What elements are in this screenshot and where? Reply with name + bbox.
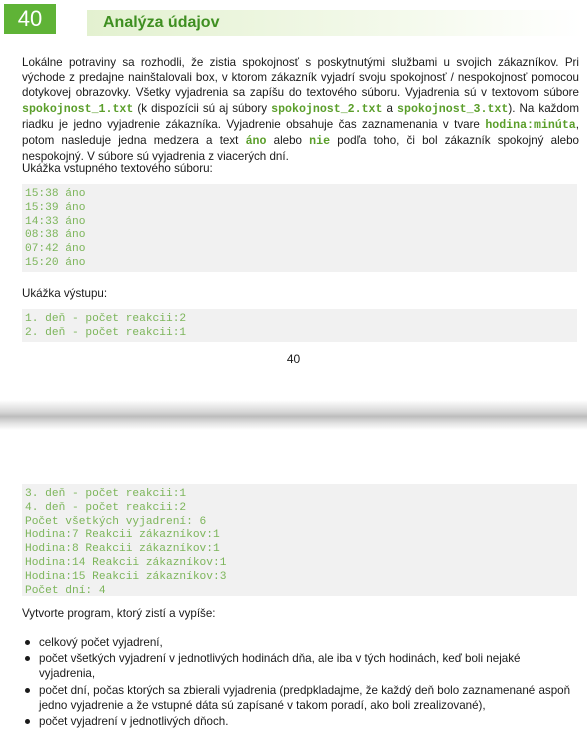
list-item-text: celkový počet vyjadrení, (39, 636, 163, 649)
list-item-text: počet vyjadrení v jednotlivých dňoch. (39, 715, 229, 729)
code-line: 08:38 áno (25, 229, 86, 242)
code-line: Hodina:14 Reakcii zákazníkov:1 (25, 556, 227, 569)
filename-1: spokojnost_1.txt (22, 102, 134, 116)
page-title: Analýza údajov (103, 14, 220, 31)
yes-code: áno (245, 135, 267, 149)
bullet-icon (25, 640, 30, 645)
sample-input-box: 15:38 áno 15:39 áno 14:33 áno 08:38 áno … (22, 184, 577, 272)
code-line: Hodina:15 Reakcii zákazníkov:3 (25, 570, 227, 583)
code-line: Hodina:8 Reakcii zákazníkov:1 (25, 543, 220, 556)
list-item-text: počet všetkých vyjadrení v jednotlivých … (39, 652, 521, 681)
title-bar: Analýza údajov (87, 10, 583, 36)
code-line: 4. deň - počet reakcii:2 (25, 501, 187, 514)
code-line: Počet všetkých vyjadrení: 6 (25, 515, 207, 528)
code-line: 1. deň - počet reakcii:2 (25, 313, 187, 325)
bullet-icon (25, 656, 30, 662)
bullet-icon (25, 687, 30, 693)
list-item: počet dní, počas ktorých sa zbierali vyj… (22, 683, 579, 713)
intro-paragraph: Lokálne potraviny sa rozhodli, že zistia… (22, 55, 579, 164)
task-number-badge: 40 (4, 4, 56, 34)
task-label: Vytvorte program, ktorý zistí a vypíše: (22, 607, 216, 620)
intro-text: Lokálne potraviny sa rozhodli, že zistia… (22, 56, 579, 100)
intro-text: a (382, 101, 398, 115)
code-line: 15:39 áno (25, 201, 86, 214)
sample-output-box-b: 3. deň - počet reakcii:1 4. deň - počet … (22, 484, 577, 597)
intro-text: (k dispozícii sú aj súbory (133, 101, 272, 115)
list-item-text: počet dní, počas ktorých sa zbierali vyj… (39, 683, 571, 712)
page-separator (0, 400, 587, 430)
code-line: Hodina:7 Reakcii zákazníkov:1 (25, 529, 220, 542)
filename-2: spokojnost_2.txt (271, 102, 383, 116)
page-number: 40 (286, 352, 301, 366)
bullet-icon (25, 719, 30, 725)
code-line: 2. deň - počet reakcii:1 (25, 326, 187, 339)
sample-output-label: Ukážka výstupu: (22, 287, 108, 300)
time-format-code: hodina:minúta (485, 118, 576, 132)
code-line: 14:33 áno (25, 215, 86, 228)
code-line: 07:42 áno (25, 243, 86, 256)
code-line: 15:20 áno (25, 256, 86, 269)
intro-text: alebo (266, 134, 310, 148)
code-line: Počet dní: 4 (25, 584, 106, 597)
filename-3: spokojnost_3.txt (397, 102, 509, 116)
list-item: celkový počet vyjadrení, (22, 635, 579, 650)
code-line: 3. deň - počet reakcii:1 (25, 488, 187, 500)
sample-output-box-a: 1. deň - počet reakcii:2 2. deň - počet … (22, 309, 577, 342)
list-item: počet vyjadrení v jednotlivých dňoch. (22, 714, 579, 729)
code-line: 15:38 áno (25, 188, 86, 200)
task-list: celkový počet vyjadrení, počet všetkých … (22, 635, 579, 730)
list-item: počet všetkých vyjadrení v jednotlivých … (22, 651, 579, 681)
no-code: nie (309, 135, 331, 149)
sample-input-label: Ukážka vstupného textového súboru: (22, 162, 213, 175)
